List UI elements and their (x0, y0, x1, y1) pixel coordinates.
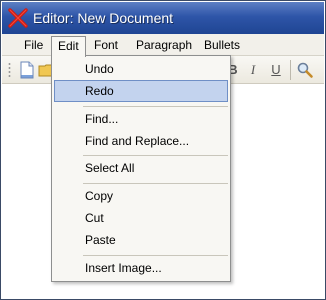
menu-separator (83, 255, 228, 256)
new-document-icon[interactable] (18, 61, 36, 79)
red-x-icon (6, 6, 30, 30)
editor-window: Editor: New Document File Edit Font Para… (0, 0, 326, 300)
toolbar-grip[interactable] (8, 62, 11, 78)
title-bar[interactable]: Editor: New Document (2, 2, 324, 34)
menu-item-undo[interactable]: Undo (54, 58, 228, 80)
underline-button[interactable]: U (268, 61, 284, 79)
menu-item-cut[interactable]: Cut (54, 207, 228, 229)
menu-separator (83, 155, 228, 156)
menu-paragraph[interactable]: Paragraph (130, 36, 198, 56)
edit-menu-dropdown: Undo Redo Find... Find and Replace... Se… (51, 55, 231, 282)
menu-font[interactable]: Font (88, 36, 124, 56)
menu-bar: File Edit Font Paragraph Bullets (2, 34, 324, 57)
menu-item-paste[interactable]: Paste (54, 229, 228, 251)
menu-item-find-replace[interactable]: Find and Replace... (54, 130, 228, 152)
menu-separator (83, 183, 228, 184)
menu-item-copy[interactable]: Copy (54, 185, 228, 207)
menu-item-insert-image[interactable]: Insert Image... (54, 257, 228, 279)
menu-file[interactable]: File (18, 36, 49, 56)
menu-edit[interactable]: Edit (51, 36, 86, 57)
menu-item-redo[interactable]: Redo (54, 80, 228, 102)
menu-separator (83, 106, 228, 107)
menu-item-select-all[interactable]: Select All (54, 157, 228, 179)
menu-bullets[interactable]: Bullets (198, 36, 246, 56)
window-title: Editor: New Document (33, 10, 174, 26)
search-icon[interactable] (296, 61, 314, 79)
italic-button[interactable]: I (245, 61, 261, 79)
menu-item-find[interactable]: Find... (54, 108, 228, 130)
toolbar-separator (290, 60, 291, 80)
